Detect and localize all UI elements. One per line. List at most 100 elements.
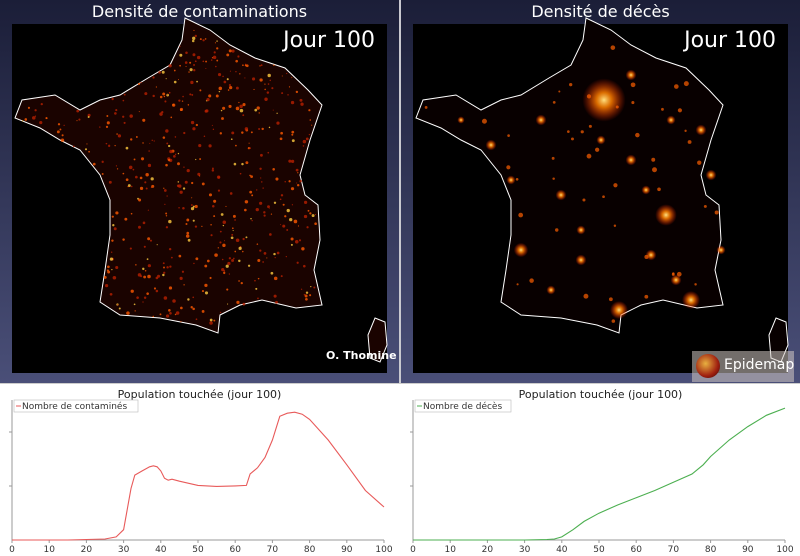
death-hotspot — [641, 185, 651, 195]
density-dot — [244, 200, 249, 204]
density-dot — [229, 70, 231, 72]
density-dot — [135, 136, 138, 138]
density-dot — [197, 172, 201, 176]
density-dot — [300, 288, 303, 290]
density-dot — [165, 78, 167, 80]
density-dot — [218, 86, 223, 91]
density-dot — [143, 275, 147, 279]
density-dot — [165, 129, 169, 133]
density-dot — [106, 269, 109, 272]
series-line — [12, 411, 385, 541]
density-dot — [122, 115, 125, 118]
density-dot — [309, 294, 312, 297]
density-dot — [288, 159, 292, 163]
density-dot — [279, 137, 283, 141]
density-dot — [281, 92, 284, 95]
density-dot — [147, 274, 151, 279]
density-dot — [204, 38, 207, 40]
density-dot — [185, 51, 188, 54]
density-dot — [34, 109, 37, 112]
density-dot — [86, 143, 88, 145]
density-dot — [76, 120, 78, 122]
density-dot — [108, 180, 112, 184]
density-dot — [257, 259, 261, 263]
density-dot — [196, 55, 201, 60]
density-dot — [191, 39, 195, 43]
death-hotspot — [457, 116, 465, 124]
density-dot — [152, 94, 155, 98]
density-dot — [130, 185, 133, 188]
density-dot — [227, 261, 231, 266]
density-dot — [116, 133, 118, 135]
density-dot — [273, 276, 278, 281]
density-dot — [133, 303, 136, 306]
density-dot — [117, 134, 122, 138]
density-dot — [40, 102, 43, 106]
density-dot — [235, 144, 237, 147]
density-dot — [282, 203, 285, 206]
density-dot — [275, 300, 278, 304]
density-dot — [305, 137, 309, 141]
death-dot — [661, 107, 664, 111]
density-dot — [168, 286, 173, 290]
density-dot — [261, 181, 263, 183]
density-dot — [194, 204, 198, 209]
density-dot — [295, 90, 299, 94]
density-dot — [256, 106, 260, 110]
density-dot — [222, 106, 226, 110]
density-dot — [309, 212, 312, 215]
density-dot — [291, 139, 295, 143]
x-tick-label: 80 — [304, 545, 316, 555]
density-dot — [104, 283, 109, 288]
x-tick-label: 50 — [593, 545, 605, 555]
death-hotspot — [716, 245, 726, 255]
density-dot — [192, 205, 195, 208]
density-dot — [185, 66, 187, 68]
density-dot — [273, 201, 277, 204]
density-dot — [130, 289, 134, 293]
density-dot — [155, 276, 159, 280]
density-dot — [259, 249, 262, 252]
density-dot — [288, 86, 291, 88]
density-dot — [135, 175, 138, 179]
density-dot — [262, 261, 264, 263]
density-dot — [234, 219, 236, 221]
density-dot — [126, 311, 130, 315]
deaths-chart: Population touchée (jour 100) 0 10 20 30 40 50… — [410, 388, 794, 555]
density-dot — [209, 321, 213, 325]
density-dot — [308, 109, 311, 112]
death-dot — [608, 297, 613, 302]
density-dot — [159, 95, 163, 99]
density-dot — [250, 175, 253, 179]
density-dot — [222, 220, 227, 225]
density-dot — [88, 150, 90, 153]
density-dot — [190, 306, 193, 309]
epidemap-logo: Epidemap — [692, 351, 794, 382]
death-dot — [558, 90, 561, 93]
x-tick-label: 90 — [341, 545, 353, 555]
density-dot — [170, 256, 173, 259]
contamination-map — [14, 17, 388, 363]
density-dot — [130, 212, 133, 215]
density-dot — [282, 224, 286, 228]
density-dot — [142, 142, 144, 144]
density-dot — [32, 116, 36, 120]
x-tick-label: 40 — [155, 545, 167, 555]
density-dot — [167, 158, 171, 162]
density-dot — [144, 269, 147, 272]
density-dot — [291, 130, 295, 134]
death-dot — [507, 134, 510, 137]
density-dot — [302, 145, 305, 147]
density-dot — [166, 142, 169, 145]
death-dot — [644, 254, 649, 259]
density-dot — [39, 120, 43, 125]
density-dot — [267, 151, 270, 154]
death-dot — [424, 106, 428, 109]
density-dot — [106, 114, 109, 117]
density-dot — [219, 132, 223, 135]
density-dot — [192, 36, 196, 40]
density-dot — [92, 162, 96, 166]
density-dot — [209, 276, 212, 280]
density-dot — [183, 166, 185, 168]
density-dot — [297, 172, 299, 174]
